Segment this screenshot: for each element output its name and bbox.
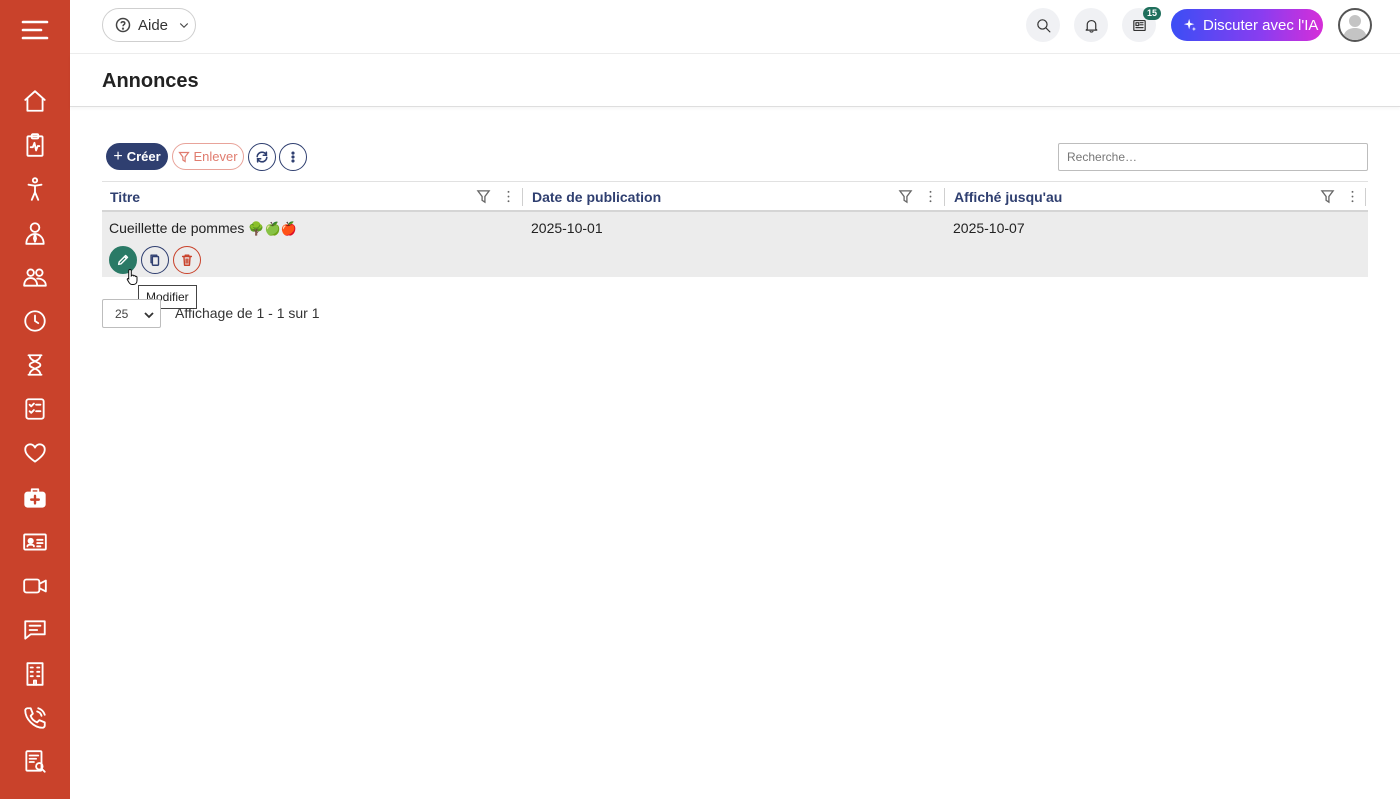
cell-publication-date: 2025-10-01 [531, 220, 603, 236]
vertical-dots-icon [291, 151, 295, 163]
page-size-select[interactable]: 25 [102, 299, 161, 328]
page-title: Annonces [102, 70, 199, 92]
table-header: Titre Date de publication Affiché jusqu'… [102, 181, 1368, 212]
report-search-icon[interactable] [21, 748, 49, 776]
table-row[interactable]: Cueillette de pommes 🌳🍏🍎 2025-10-01 2025… [102, 212, 1368, 277]
column-menu-icon[interactable] [1345, 189, 1360, 204]
create-button[interactable]: + Créer [106, 143, 168, 170]
chat-icon[interactable] [21, 616, 49, 644]
title-emojis: 🌳🍏🍎 [248, 222, 297, 237]
hand-pointer-icon [126, 268, 138, 285]
person-standing-icon[interactable] [21, 175, 49, 203]
page-size-value: 25 [115, 306, 129, 321]
checklist-icon[interactable] [21, 395, 49, 423]
topbar: Aide 15 Discuter avec l'IA [70, 0, 1400, 54]
user-tie-icon[interactable] [21, 219, 49, 247]
chat-ai-label: Discuter avec l'IA [1203, 16, 1319, 34]
delete-button[interactable] [173, 246, 201, 274]
remove-filters-label: Enlever [193, 149, 238, 164]
clock-icon[interactable] [21, 307, 49, 335]
medical-kit-icon[interactable] [21, 484, 49, 512]
remove-filters-button[interactable]: Enlever [172, 143, 244, 170]
copy-icon [150, 254, 160, 266]
users-icon[interactable] [21, 263, 49, 291]
chevron-down-icon [179, 23, 189, 29]
column-filter-icon[interactable] [476, 189, 491, 204]
help-button[interactable]: Aide [102, 8, 196, 42]
chevron-down-icon [144, 312, 154, 319]
notifications-button[interactable] [1074, 8, 1108, 42]
trash-icon [181, 254, 193, 266]
search-button[interactable] [1026, 8, 1060, 42]
pagination-info: Affichage de 1 - 1 sur 1 [175, 305, 320, 321]
news-badge: 15 [1142, 7, 1161, 20]
question-circle-icon [115, 17, 131, 33]
sparkle-icon [1183, 18, 1197, 32]
search-input[interactable] [1058, 143, 1368, 171]
heart-icon[interactable] [21, 439, 49, 467]
column-menu-icon[interactable] [501, 189, 516, 204]
filter-icon [178, 151, 191, 163]
create-label: Créer [126, 149, 161, 164]
help-label: Aide [138, 16, 169, 34]
chat-ai-button[interactable]: Discuter avec l'IA [1171, 9, 1323, 41]
hourglass-icon[interactable] [21, 351, 49, 379]
cell-title: Cueillette de pommes 🌳🍏🍎 [109, 220, 297, 237]
phone-ring-icon[interactable] [21, 704, 49, 732]
page-header: Annonces [70, 54, 1400, 107]
avatar[interactable] [1338, 8, 1372, 42]
column-filter-icon[interactable] [1320, 189, 1335, 204]
column-menu-icon[interactable] [923, 189, 938, 204]
plus-icon: + [113, 147, 123, 165]
clipboard-pulse-icon[interactable] [21, 131, 49, 159]
refresh-button[interactable] [248, 143, 276, 171]
column-header-publication-date[interactable]: Date de publication [532, 182, 661, 212]
newspaper-icon [1132, 19, 1146, 31]
search-icon [1036, 18, 1050, 32]
hamburger-menu-icon[interactable] [20, 18, 50, 42]
building-icon[interactable] [21, 660, 49, 688]
pencil-icon [117, 254, 129, 266]
user-avatar-icon [1343, 15, 1367, 40]
home-icon[interactable] [21, 87, 49, 115]
bell-icon [1085, 19, 1097, 33]
column-divider[interactable] [522, 188, 523, 206]
announcement-title: Cueillette de pommes [109, 220, 245, 236]
id-card-icon[interactable] [21, 528, 49, 556]
refresh-icon [256, 151, 268, 163]
column-divider[interactable] [944, 188, 945, 206]
more-options-button[interactable] [279, 143, 307, 171]
video-camera-icon[interactable] [21, 572, 49, 600]
column-filter-icon[interactable] [898, 189, 913, 204]
cell-displayed-until: 2025-10-07 [953, 220, 1025, 236]
column-divider[interactable] [1365, 188, 1366, 206]
news-button[interactable]: 15 [1122, 7, 1161, 42]
column-header-title[interactable]: Titre [110, 182, 140, 212]
sidebar [0, 0, 70, 799]
column-header-displayed-until[interactable]: Affiché jusqu'au [954, 182, 1062, 212]
duplicate-button[interactable] [141, 246, 169, 274]
